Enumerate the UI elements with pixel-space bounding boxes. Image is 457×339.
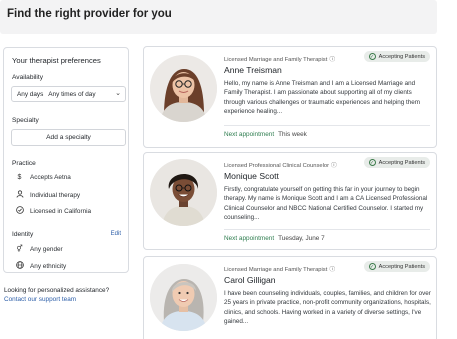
info-icon[interactable]: ⓘ [329, 57, 335, 63]
identity-item[interactable]: Any ethnicity [15, 261, 66, 271]
check-circle-icon: ✓ [368, 53, 376, 60]
preferences-title: Your therapist preferences [12, 56, 101, 65]
globe-icon [15, 261, 24, 271]
provider-avatar [150, 264, 217, 331]
info-icon[interactable]: ⓘ [329, 267, 335, 273]
provider-credential: Licensed Marriage and Family Therapist ⓘ [224, 57, 336, 63]
practice-label: Practice [12, 160, 36, 167]
availability-select[interactable]: Any days Any times of day ⌄ [11, 86, 126, 102]
info-icon[interactable]: ⓘ [331, 163, 337, 169]
page-title: Find the right provider for you [7, 8, 172, 20]
status-badge: ✓ Accepting Patients [363, 51, 430, 62]
availability-times-value[interactable]: Any times of day [43, 91, 95, 98]
check-circle-icon [15, 206, 24, 216]
practice-item-label: Licensed in California [30, 207, 92, 215]
identity-item-label: Any gender [30, 245, 63, 253]
provider-card[interactable]: Licensed Marriage and Family Therapist ⓘ … [143, 256, 437, 339]
provider-bio: Firstly, congratulate yourself on gettin… [224, 186, 428, 222]
provider-bio: I have been counseling individuals, coup… [224, 290, 431, 326]
identity-item[interactable]: ⚥ Any gender [15, 245, 63, 254]
dollar-icon: $ [17, 174, 22, 181]
provider-name[interactable]: Anne Treisman [224, 65, 282, 75]
check-circle-icon: ✓ [368, 263, 376, 270]
card-divider [224, 229, 430, 230]
practice-item-label: Individual therapy [30, 191, 81, 199]
person-icon [15, 190, 24, 200]
identity-edit-link[interactable]: Edit [111, 231, 121, 237]
practice-item[interactable]: Licensed in California [15, 206, 91, 216]
provider-credential: Licensed Marriage and Family Therapist ⓘ [224, 267, 336, 273]
availability-label: Availability [12, 74, 44, 81]
provider-card[interactable]: Licensed Marriage and Family Therapist ⓘ … [143, 46, 437, 148]
provider-bio: Hello, my name is Anne Treisman and I am… [224, 80, 421, 116]
identity-item-label: Any ethnicity [30, 262, 67, 270]
provider-card[interactable]: Licensed Professional Clinical Counselor… [143, 152, 437, 250]
specialty-label: Specialty [12, 117, 39, 124]
next-appointment: Next appointment Tuesday, June 7 [224, 235, 325, 242]
gender-icon: ⚥ [16, 246, 23, 253]
provider-name[interactable]: Carol Gilligan [224, 275, 276, 285]
provider-credential: Licensed Professional Clinical Counselor… [224, 163, 337, 169]
next-appointment: Next appointment This week [224, 131, 307, 138]
preferences-panel: Your therapist preferences Availability … [3, 47, 129, 273]
add-specialty-button[interactable]: Add a specialty [11, 129, 126, 146]
identity-label: Identity [12, 231, 34, 238]
status-badge: ✓ Accepting Patients [363, 157, 430, 168]
support-link[interactable]: Contact our support team [4, 296, 76, 303]
practice-item[interactable]: $ Accepts Aetna [15, 174, 71, 181]
availability-days-value[interactable]: Any days [12, 91, 43, 98]
provider-avatar [150, 55, 217, 122]
practice-item[interactable]: Individual therapy [15, 190, 80, 200]
status-badge: ✓ Accepting Patients [363, 261, 430, 272]
chevron-down-icon: ⌄ [115, 90, 121, 97]
practice-item-label: Accepts Aetna [30, 174, 71, 181]
provider-name[interactable]: Monique Scott [224, 171, 279, 181]
card-divider [224, 125, 430, 126]
check-circle-icon: ✓ [368, 159, 376, 166]
provider-avatar [150, 159, 217, 226]
help-question: Looking for personalized assistance? [4, 287, 110, 294]
